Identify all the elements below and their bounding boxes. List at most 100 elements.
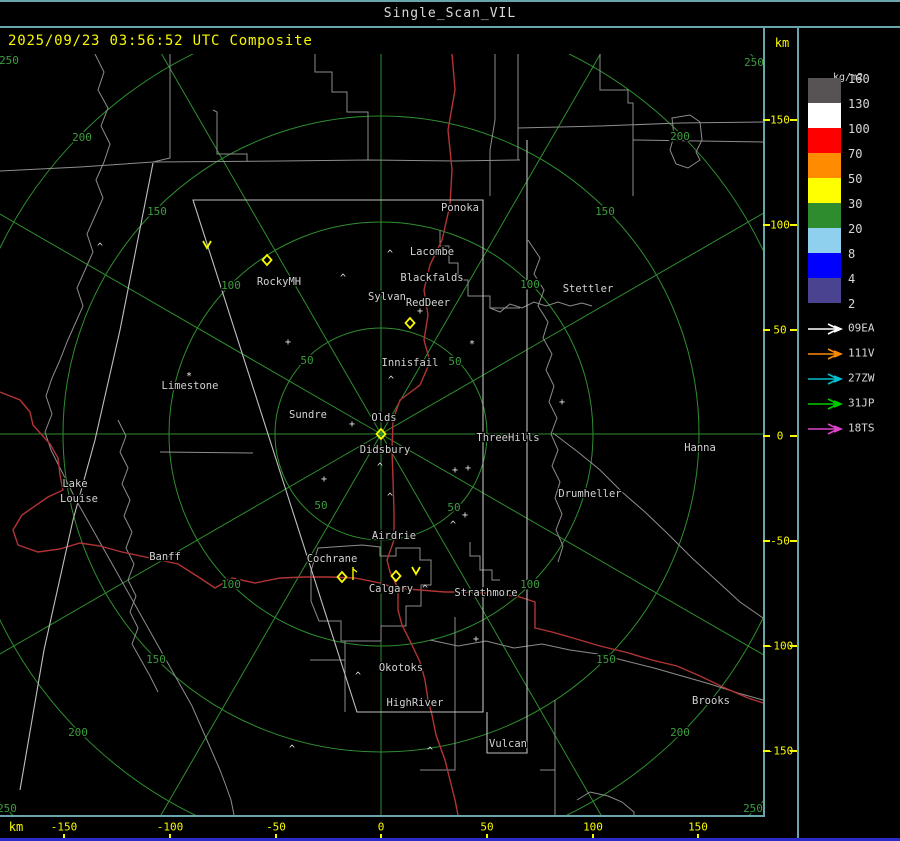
scale-swatch-130 <box>808 103 841 128</box>
ring-distance-label: 50 <box>300 354 313 367</box>
scale-swatch-30 <box>808 203 841 228</box>
plus-marker: + <box>462 510 468 521</box>
radar-site-diamond-icon <box>261 253 273 267</box>
scale-value-label: 30 <box>848 197 863 211</box>
county-boundary <box>439 230 520 309</box>
scale-value-label: 70 <box>848 147 863 161</box>
bottom-axis-label-100: 100 <box>583 820 603 834</box>
right-axis-tick <box>790 119 797 121</box>
right-axis-tick <box>763 645 770 647</box>
city-label-ponoka: Ponoka <box>441 202 479 214</box>
bottom-axis-label--50: -50 <box>266 820 286 834</box>
right-axis-label-50: 50 <box>773 323 787 337</box>
right-axis-tick <box>763 435 770 437</box>
legend-left-border <box>797 28 799 839</box>
azimuth-line-30deg <box>380 54 601 435</box>
caret-marker: ^ <box>377 462 383 473</box>
azimuth-line-120deg <box>380 433 763 656</box>
ring-distance-label: 200 <box>670 130 690 143</box>
caret-marker: ^ <box>289 744 295 755</box>
ring-distance-label: 200 <box>68 726 88 739</box>
ring-distance-label: 50 <box>448 355 461 368</box>
caret-marker: ^ <box>97 242 103 253</box>
ring-distance-label: 250 <box>743 802 763 815</box>
city-label-vulcan: Vulcan <box>489 738 527 750</box>
plus-marker: + <box>473 634 479 645</box>
right-axis-tick <box>763 119 770 121</box>
ring-distance-label: 200 <box>72 131 92 144</box>
city-label-olds: Olds <box>371 412 396 424</box>
radar-site-diamond-icon <box>390 569 402 583</box>
radar-map-canvas[interactable]: 50 50 50 50 100 100 100 100 150 150 150 150 200 200 20… <box>0 54 763 815</box>
city-label-sylvan: Sylvan <box>368 291 406 303</box>
county-boundary <box>489 54 496 196</box>
scale-swatch-20 <box>808 228 841 253</box>
scale-swatch-70 <box>808 153 841 178</box>
caret-marker: ^ <box>387 249 393 260</box>
scale-value-label: 20 <box>848 222 863 236</box>
right-axis-label--50: -50 <box>770 534 790 548</box>
radar-arrow-icon <box>808 423 844 435</box>
city-label-highriver: HighRiver <box>387 697 444 709</box>
scale-swatch-4 <box>808 278 841 303</box>
right-axis-tick <box>790 329 797 331</box>
title-bar: Single_Scan_VIL <box>0 0 900 28</box>
city-label-blackfalds: Blackfalds <box>400 272 463 284</box>
radar-id-label: 18TS <box>848 421 875 435</box>
radar-sector-outline <box>486 140 528 754</box>
radar-legend-row-31JP: 31JP <box>806 396 900 410</box>
bottom-axis-label-150: 150 <box>688 820 708 834</box>
bottom-axis-label-0: 0 <box>377 820 385 834</box>
county-boundary <box>314 54 369 160</box>
scale-value-label: 100 <box>848 122 870 136</box>
radar-arrow-icon <box>808 398 844 410</box>
county-boundary <box>517 121 763 129</box>
city-label-strathmore: Strathmore <box>454 587 517 599</box>
scale-swatch-8 <box>808 253 841 278</box>
bottom-axis-label-50: 50 <box>480 820 494 834</box>
plus-marker: + <box>321 474 327 485</box>
city-label-hanna: Hanna <box>684 442 716 454</box>
caret-marker: ^ <box>355 671 361 682</box>
scale-value-label: 50 <box>848 172 863 186</box>
arrow-shape <box>808 423 844 435</box>
ring-distance-label: 200 <box>670 726 690 739</box>
scale-value-label: 2 <box>848 297 856 311</box>
ring-distance-label: 250 <box>0 802 17 815</box>
scale-value-label: 130 <box>848 97 870 111</box>
county-boundary <box>159 451 254 454</box>
city-label-banff: Banff <box>149 551 181 563</box>
radar-id-label: 27ZW <box>848 371 875 385</box>
ring-distance-label: 150 <box>595 205 615 218</box>
radar-sector-outline <box>19 162 154 791</box>
azimuth-line-300deg <box>0 213 382 435</box>
city-label-calgary: Calgary <box>369 583 413 595</box>
scale-swatch-50 <box>808 178 841 203</box>
county-boundary <box>576 791 635 815</box>
caret-marker: ^ <box>450 520 456 531</box>
county-boundary <box>469 542 500 581</box>
county-boundary <box>0 54 171 172</box>
ring-distance-label: 150 <box>147 205 167 218</box>
chevron-down-marker-icon <box>411 566 421 576</box>
right-axis-label-0: 0 <box>776 429 784 443</box>
radar-site-diamond-icon <box>404 316 416 330</box>
arrow-shape <box>808 373 844 385</box>
plus-marker: + <box>559 397 565 408</box>
plus-marker: + <box>452 465 458 476</box>
right-axis-tick <box>763 750 770 752</box>
radar-arrow-icon <box>808 323 844 335</box>
bottom-axis-unit: km <box>8 820 24 834</box>
scale-swatch-160 <box>808 78 841 103</box>
city-label-innisfail: Innisfail <box>382 357 439 369</box>
radar-id-label: 09EA <box>848 321 875 335</box>
city-label-lake: Lake <box>62 478 87 490</box>
map-bottom-border <box>0 815 765 817</box>
radar-arrow-icon <box>808 373 844 385</box>
city-label-didsbury: Didsbury <box>360 444 411 456</box>
city-label-okotoks: Okotoks <box>379 662 423 674</box>
plus-marker: + <box>349 419 355 430</box>
radar-map[interactable]: 50 50 50 50 100 100 100 100 150 150 150 150 200 200 20… <box>0 54 763 815</box>
map-right-border <box>763 28 765 817</box>
radar-legend-row-111V: 111V <box>806 346 900 360</box>
